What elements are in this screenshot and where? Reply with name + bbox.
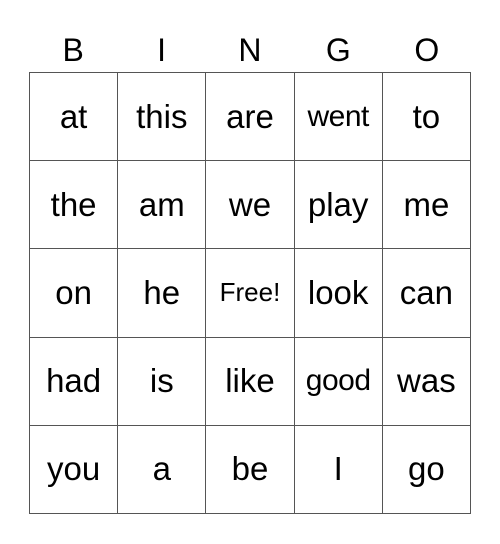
header-letter-o: O: [414, 32, 440, 68]
bingo-cell[interactable]: the: [28, 160, 119, 250]
bingo-cell[interactable]: is: [117, 336, 207, 426]
header-letter-g: G: [325, 32, 351, 68]
bingo-cell[interactable]: a: [117, 424, 207, 515]
bingo-cell[interactable]: go: [381, 424, 472, 515]
header-letter-i: I: [157, 32, 167, 68]
grid-row: at this are went to: [28, 71, 472, 162]
bingo-cell[interactable]: look: [293, 248, 383, 338]
grid-row: on he Free! look can: [28, 248, 472, 338]
bingo-cell[interactable]: had: [28, 336, 119, 426]
bingo-cell[interactable]: good: [293, 336, 383, 426]
free-cell[interactable]: Free!: [205, 248, 295, 338]
bingo-cell[interactable]: you: [28, 424, 119, 515]
bingo-cell[interactable]: he: [117, 248, 207, 338]
bingo-cell[interactable]: we: [205, 160, 295, 250]
bingo-cell[interactable]: me: [381, 160, 472, 250]
grid-row: had is like good was: [28, 336, 472, 426]
header-letter-b: B: [62, 32, 84, 68]
bingo-cell[interactable]: went: [293, 71, 383, 162]
bingo-cell[interactable]: on: [28, 248, 119, 338]
grid-row: you a be I go: [28, 424, 472, 515]
bingo-cell[interactable]: can: [381, 248, 472, 338]
bingo-cell[interactable]: am: [117, 160, 207, 250]
bingo-cell[interactable]: are: [205, 71, 295, 162]
bingo-cell[interactable]: be: [205, 424, 295, 515]
bingo-cell[interactable]: to: [381, 71, 472, 162]
bingo-cell[interactable]: this: [117, 71, 207, 162]
bingo-cell[interactable]: I: [293, 424, 383, 515]
bingo-cell[interactable]: like: [205, 336, 295, 426]
bingo-grid: at this are went to the am we play me on…: [28, 71, 472, 515]
bingo-cell[interactable]: was: [381, 336, 472, 426]
grid-row: the am we play me: [28, 160, 472, 250]
bingo-cell[interactable]: at: [28, 71, 119, 162]
bingo-header: B I N G O: [29, 30, 471, 70]
bingo-cell[interactable]: play: [293, 160, 383, 250]
header-letter-n: N: [238, 32, 262, 68]
